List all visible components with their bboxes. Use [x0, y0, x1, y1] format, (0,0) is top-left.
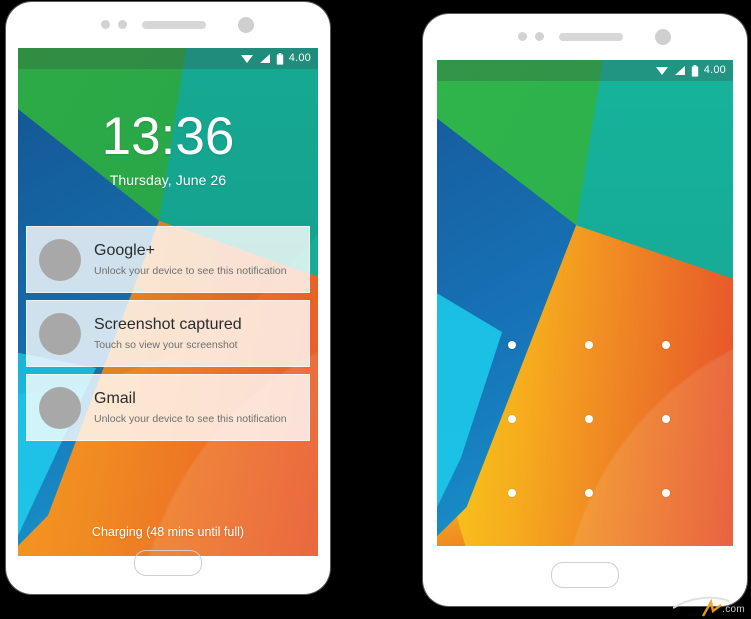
- proximity-sensor-icon: [518, 32, 527, 41]
- earpiece-speaker-icon: [142, 21, 206, 29]
- phone-top-bezel: [6, 2, 330, 48]
- watermark-text: .com: [722, 604, 745, 615]
- clock-time: 13:36: [101, 107, 235, 166]
- notification-title: Screenshot captured: [94, 315, 242, 333]
- proximity-sensor-icon: [101, 20, 110, 29]
- pattern-dot-6[interactable]: [662, 415, 671, 423]
- notification-card[interactable]: Screenshot captured Touch so view your s…: [26, 300, 310, 367]
- wifi-icon: [240, 55, 253, 63]
- phone-screen-pattern-lock[interactable]: 4.00: [437, 60, 733, 546]
- pattern-dot-9[interactable]: [662, 489, 671, 497]
- signal-bars-icon: [674, 66, 685, 75]
- scene: 4.00 13:36 Thursday, June 26 Google+ Unl…: [0, 0, 751, 619]
- notification-stack: Google+ Unlock your device to see this n…: [26, 226, 310, 448]
- pattern-dot-7[interactable]: [507, 489, 516, 497]
- earpiece-speaker-icon: [559, 33, 623, 41]
- battery-icon: [691, 64, 698, 77]
- status-bar: 4.00: [437, 60, 733, 81]
- pattern-dot-8[interactable]: [584, 489, 593, 497]
- avatar: [39, 386, 81, 429]
- front-camera-icon: [655, 29, 671, 45]
- clock-date: Thursday, June 26: [109, 172, 227, 188]
- status-bar-time: 4.00: [703, 64, 726, 76]
- phone-device-pattern-lock: 4.00: [423, 14, 747, 606]
- battery-icon: [276, 52, 283, 65]
- pattern-dot-1[interactable]: [507, 341, 516, 349]
- phone-top-bezel: [423, 14, 747, 60]
- avatar: [39, 312, 81, 355]
- front-camera-icon: [238, 17, 254, 33]
- phone-screen-lockscreen[interactable]: 4.00 13:36 Thursday, June 26 Google+ Unl…: [18, 48, 318, 556]
- notification-title: Google+: [94, 241, 155, 259]
- pattern-dot-3[interactable]: [662, 341, 671, 349]
- notification-title: Gmail: [94, 389, 136, 407]
- pattern-dot-4[interactable]: [507, 415, 516, 423]
- phone-device-lockscreen-notifications: 4.00 13:36 Thursday, June 26 Google+ Unl…: [6, 2, 330, 594]
- notification-card[interactable]: Gmail Unlock your device to see this not…: [26, 374, 310, 441]
- status-bar: 4.00: [18, 48, 318, 69]
- charging-status: Charging (48 mins until full): [91, 525, 245, 539]
- notification-subtitle: Unlock your device to see this notificat…: [94, 264, 287, 277]
- wifi-icon: [655, 67, 668, 75]
- lockscreen-clock: 13:36 Thursday, June 26: [18, 110, 318, 188]
- light-sensor-icon: [535, 32, 544, 41]
- notification-text: Google+ Unlock your device to see this n…: [94, 242, 287, 277]
- status-bar-time: 4.00: [288, 52, 311, 64]
- pattern-dot-5[interactable]: [584, 415, 593, 423]
- pattern-dot-2[interactable]: [584, 341, 593, 349]
- notification-subtitle: Unlock your device to see this notificat…: [94, 412, 287, 425]
- notification-text: Gmail Unlock your device to see this not…: [94, 390, 287, 425]
- avatar: [39, 238, 81, 281]
- home-button[interactable]: [551, 562, 619, 588]
- notification-card[interactable]: Google+ Unlock your device to see this n…: [26, 226, 310, 293]
- pattern-lock-grid[interactable]: [473, 308, 705, 530]
- home-button[interactable]: [134, 550, 202, 576]
- light-sensor-icon: [118, 20, 127, 29]
- signal-bars-icon: [259, 54, 270, 63]
- notification-text: Screenshot captured Touch so view your s…: [94, 316, 242, 351]
- notification-subtitle: Touch so view your screenshot: [94, 338, 238, 351]
